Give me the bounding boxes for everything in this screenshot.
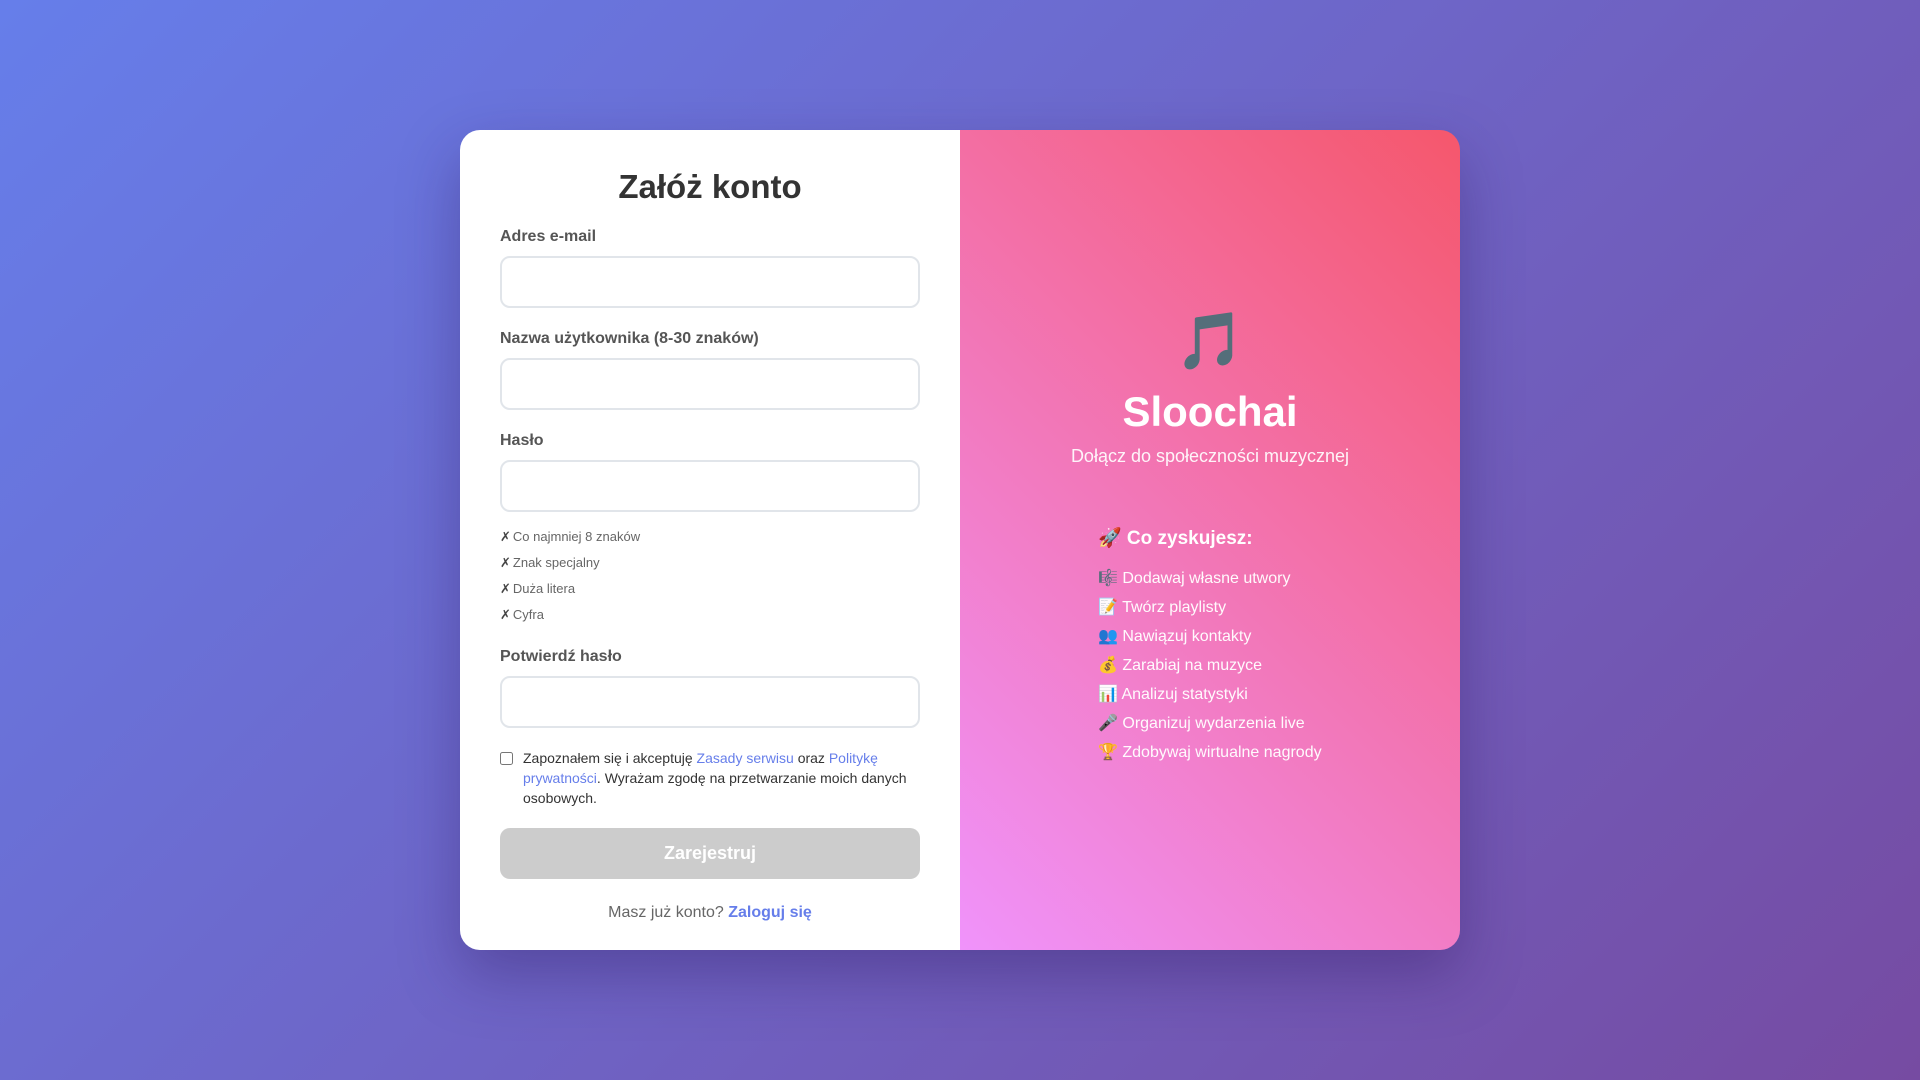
password-requirement: ✗ Duża litera <box>500 576 920 602</box>
email-field-group: Adres e-mail <box>500 228 920 308</box>
music-note-icon: 🎵 <box>1175 309 1245 372</box>
benefit-text: Organizuj wydarzenia live <box>1122 715 1305 732</box>
trophy-icon: 🏆 <box>1098 744 1118 761</box>
brand-name: Sloochai <box>1122 388 1298 435</box>
password-requirement: ✗ Znak specjalny <box>500 550 920 576</box>
benefit-text: Analizuj statystyki <box>1121 686 1248 703</box>
requirement-text: Co najmniej 8 znaków <box>512 529 641 544</box>
benefit-item: 📊 Analizuj statystyki <box>1098 680 1398 709</box>
confirm-password-field-group: Potwierdź hasło <box>500 648 920 728</box>
registration-form-panel: Załóż konto Adres e-mail Nazwa użytkowni… <box>460 130 960 950</box>
benefits-title: 🚀 Co zyskujesz: <box>1098 528 1253 549</box>
benefits-section: 🚀 Co zyskujesz: 🎼 Dodawaj własne utwory … <box>1098 526 1398 767</box>
microphone-icon: 🎤 <box>1098 715 1118 732</box>
terms-link[interactable]: Zasady serwisu <box>697 750 794 766</box>
benefit-item: 🏆 Zdobywaj wirtualne nagrody <box>1098 738 1398 767</box>
musical-score-icon: 🎼 <box>1098 570 1118 587</box>
cross-mark-icon: ✗ <box>500 555 511 570</box>
consent-row: Zapoznałem się i akceptuję Zasady serwis… <box>500 748 920 808</box>
registration-card: Załóż konto Adres e-mail Nazwa użytkowni… <box>460 130 1460 950</box>
consent-text: Zapoznałem się i akceptuję Zasady serwis… <box>523 748 920 808</box>
username-field-group: Nazwa użytkownika (8-30 znaków) <box>500 330 920 410</box>
password-label: Hasło <box>500 432 544 449</box>
requirement-text: Duża litera <box>512 581 576 596</box>
promo-panel: 🎵 Sloochai Dołącz do społeczności muzycz… <box>960 130 1460 950</box>
money-bag-icon: 💰 <box>1098 657 1118 674</box>
people-icon: 👥 <box>1098 628 1118 645</box>
cross-mark-icon: ✗ <box>500 529 511 544</box>
benefit-item: 📝 Twórz playlisty <box>1098 593 1398 622</box>
requirement-text: Cyfra <box>512 607 544 622</box>
benefit-text: Dodawaj własne utwory <box>1122 570 1291 587</box>
benefit-text: Twórz playlisty <box>1122 599 1227 616</box>
username-input[interactable] <box>500 358 920 410</box>
register-button[interactable]: Zarejestruj <box>500 828 920 879</box>
cross-mark-icon: ✗ <box>500 607 511 622</box>
password-requirements: ✗ Co najmniej 8 znaków ✗ Znak specjalny ✗ D… <box>500 524 920 628</box>
benefit-text: Zdobywaj wirtualne nagrody <box>1122 744 1322 761</box>
benefit-item: 👥 Nawiązuj kontakty <box>1098 622 1398 651</box>
memo-icon: 📝 <box>1098 599 1118 616</box>
password-requirement: ✗ Co najmniej 8 znaków <box>500 524 920 550</box>
consent-checkbox[interactable] <box>500 752 513 765</box>
email-label: Adres e-mail <box>500 228 597 245</box>
benefit-item: 💰 Zarabiaj na muzyce <box>1098 651 1398 680</box>
confirm-password-input[interactable] <box>500 676 920 728</box>
brand-tagline: Dołącz do społeczności muzycznej <box>1070 446 1350 466</box>
username-label: Nazwa użytkownika (8-30 znaków) <box>500 330 759 347</box>
benefit-item: 🎼 Dodawaj własne utwory <box>1098 564 1398 593</box>
benefit-item: 🎤 Organizuj wydarzenia live <box>1098 709 1398 738</box>
bar-chart-icon: 📊 <box>1098 686 1118 703</box>
form-title: Załóż konto <box>618 168 802 205</box>
email-input[interactable] <box>500 256 920 308</box>
login-prompt-row: Masz już konto? Zaloguj się <box>500 904 920 922</box>
consent-text-between: oraz <box>793 750 829 766</box>
login-link[interactable]: Zaloguj się <box>728 904 812 921</box>
password-requirement: ✗ Cyfra <box>500 602 920 628</box>
login-prompt-text: Masz już konto? <box>608 904 724 921</box>
requirement-text: Znak specjalny <box>512 555 600 570</box>
confirm-password-label: Potwierdź hasło <box>500 648 622 665</box>
consent-text-before: Zapoznałem się i akceptuję <box>523 750 697 766</box>
password-input[interactable] <box>500 460 920 512</box>
password-field-group: Hasło <box>500 432 920 512</box>
benefit-text: Nawiązuj kontakty <box>1122 628 1252 645</box>
cross-mark-icon: ✗ <box>500 581 511 596</box>
benefit-text: Zarabiaj na muzyce <box>1122 657 1262 674</box>
